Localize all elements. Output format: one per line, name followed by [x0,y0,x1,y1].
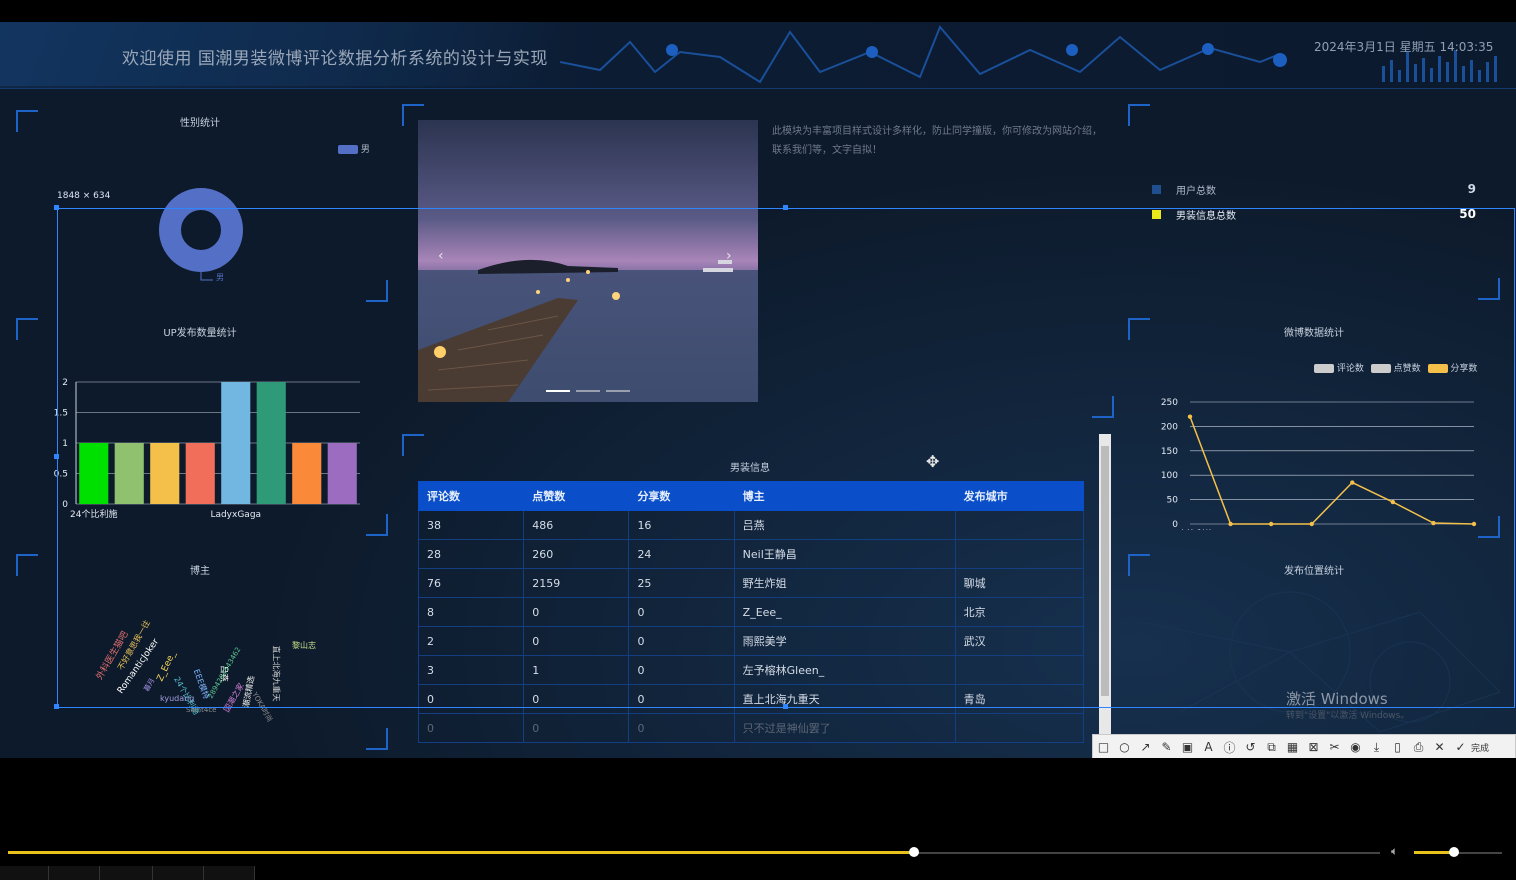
record-icon[interactable]: ◉ [1345,740,1366,754]
dashboard-screen: 欢迎使用 国潮男装微博评论数据分析系统的设计与实现 2024年3月1日 星期五 … [0,22,1516,758]
pin-icon[interactable]: ⧉ [1261,740,1282,755]
panel-corner [366,728,388,750]
pen-tool-icon[interactable]: ✎ [1156,740,1177,754]
selection-handle[interactable] [783,704,788,709]
windows-watermark-subtext: 转到"设置"以激活 Windows。 [1286,711,1410,721]
player-tab[interactable] [153,866,204,880]
seek-handle[interactable] [908,847,919,857]
cut-icon[interactable]: ✂ [1324,740,1345,754]
seek-bar-fill [8,851,914,854]
kpi-label: 用户总数 [1176,186,1216,197]
done-button[interactable]: 完成 [1471,741,1489,754]
panel-corner [16,554,38,576]
number-tool-icon[interactable]: ⓘ [1219,739,1240,756]
kpi-row-users: 用户总数 9 [1152,182,1476,200]
table-cell: 0 [523,713,630,743]
kpi-value: 9 [1467,182,1476,196]
long-screenshot-icon[interactable]: ⊠ [1303,740,1324,754]
player-tab[interactable] [49,866,100,880]
gender-legend-label: 男 [360,145,370,155]
text-tool-icon[interactable]: A [1198,740,1219,754]
datetime-display: 2024年3月1日 星期五 14:03:35 [1314,40,1494,54]
selection-size-label: 1848 × 634 [57,191,111,201]
panel-corner [16,318,38,340]
mosaic-tool-icon[interactable]: ▣ [1177,740,1198,754]
selection-handle[interactable] [783,205,788,210]
phone-icon[interactable]: ▯ [1387,740,1408,754]
selection-rectangle[interactable] [57,208,1515,708]
legend-swatch [338,145,358,154]
screenshot-toolbar: □ ○ ↗ ✎ ▣ A ⓘ ↺ ⧉ ▦ ⊠ ✂ ◉ ⤓ ▯ ⎙ ✕ ✓ 完成 [1092,734,1516,758]
volume-handle[interactable] [1448,847,1459,857]
gender-panel-title: 性别统计 [180,118,220,129]
panel-corner [16,110,38,132]
player-tab[interactable] [100,866,153,880]
page-title: 欢迎使用 国潮男装微博评论数据分析系统的设计与实现 [122,49,548,69]
ellipse-tool-icon[interactable]: ○ [1114,740,1135,754]
volume-slider-fill [1414,851,1454,854]
table-cell: 0 [418,713,525,743]
table-cell: 只不过是神仙罢了 [733,713,956,743]
selection-handle[interactable] [54,704,59,709]
header-wave-decoration [560,25,1497,84]
player-tab[interactable] [204,866,255,880]
selection-handle[interactable] [54,454,59,459]
header-bar: 欢迎使用 国潮男装微博评论数据分析系统的设计与实现 2024年3月1日 星期五 … [0,22,1516,89]
player-tab[interactable] [0,866,49,880]
close-icon[interactable]: ✕ [1429,740,1450,754]
table-cell [954,713,1084,743]
kpi-swatch [1152,185,1161,194]
check-icon[interactable]: ✓ [1450,740,1471,754]
intro-text: 此模块为丰富项目样式设计多样化，防止同学撞版，你可修改为网站介绍，联系我们等，文… [772,126,1102,156]
ocr-icon[interactable]: ▦ [1282,740,1303,754]
rectangle-tool-icon[interactable]: □ [1093,740,1114,754]
selection-handle[interactable] [54,205,59,210]
save-icon[interactable]: ⎙ [1408,740,1429,755]
panel-corner [1128,104,1150,126]
download-icon[interactable]: ⤓ [1366,740,1387,755]
gender-legend[interactable]: 男 [338,142,370,155]
arrow-tool-icon[interactable]: ↗ [1135,740,1156,754]
table-row[interactable]: 0 0 0 只不过是神仙罢了 [418,713,1084,743]
undo-icon[interactable]: ↺ [1240,740,1261,754]
table-cell: 0 [628,713,735,743]
volume-icon[interactable]: 🔈︎ [1391,844,1398,859]
